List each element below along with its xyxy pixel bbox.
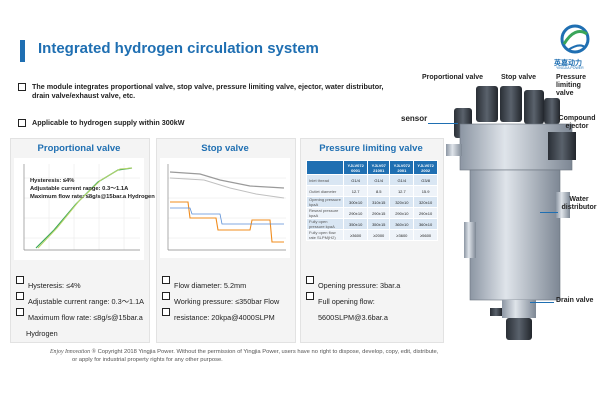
spec-item: Maximum flow rate: ≤8g/s@15bar.a [16, 307, 144, 323]
footer-brand: Enjoy Innovation ® [50, 349, 96, 355]
table-header-cell: YJLV072 0001 [343, 160, 368, 175]
checkbox-icon [162, 292, 170, 300]
page-title: Integrated hydrogen circulation system [38, 40, 319, 57]
spec-item-continued: Hydrogen [26, 329, 58, 338]
table-row: Fully open pressure kpaA 350±10 350±15 3… [305, 218, 438, 230]
table-row: Inlet thread G1/4 G1/4 G1/4 G3/8 [305, 174, 438, 186]
table-row: Outlet diameter 12.7 8.5 12.7 15.9 [305, 185, 438, 197]
bullet-1-text: The module integrates proportional valve… [32, 82, 384, 100]
sensor-pointer-line [428, 123, 458, 124]
checkbox-icon [306, 292, 314, 300]
hydrogen-module-illustration [446, 86, 576, 340]
callout-drain-valve: Drain valve [556, 297, 594, 304]
chart-overlay-text: Hysteresis: ≤4% Adjustable current range… [30, 177, 155, 201]
footer-line-2: or apply for industrial property rights … [72, 357, 223, 363]
checkbox-icon [162, 308, 170, 316]
footer-line-1: Copyright 2018 Yingjia Power. Without th… [95, 349, 439, 355]
spec-item: Hysteresis: ≤4% [16, 275, 144, 291]
proportional-valve-title: Proportional valve [37, 143, 121, 154]
callout-stop-valve: Stop valve [501, 74, 537, 81]
table-row: Opening pressure kpaA 300±10 310±15 320±… [305, 196, 438, 208]
table-row: Reseat pressure kpaA 290±10 290±15 290±1… [305, 207, 438, 219]
callout-proportional-valve: Proportional valve [422, 74, 484, 81]
overlay-hysteresis: Hysteresis: ≤4% [30, 178, 75, 184]
checkbox-icon [16, 276, 24, 284]
company-logo-icon [560, 24, 590, 54]
table-header-cell: YJLV07 21001 [366, 160, 391, 175]
table-header-cell: YJLV072 2002 [413, 160, 438, 175]
stop-valve-title: Stop valve [201, 143, 249, 154]
checkbox-icon [162, 276, 170, 284]
title-accent-bar [20, 40, 25, 62]
table-header-cell [305, 160, 345, 175]
spec-item: Flow diameter: 5.2mm [162, 275, 279, 291]
stop-specs-list: Flow diameter: 5.2mm Working pressure: ≤… [162, 275, 279, 323]
pressure-valve-spec-table: YJLV072 0001 YJLV07 21001 YJLV072 2001 Y… [305, 160, 438, 241]
logo-english-text: YINGJIA POWER [556, 66, 584, 70]
table-row: Fully open flow rate SLPM(H2) ≥3600 ≥200… [305, 229, 438, 241]
table-header-row: YJLV072 0001 YJLV07 21001 YJLV072 2001 Y… [305, 160, 438, 175]
water-pointer-line [540, 212, 558, 213]
callout-sensor: sensor [401, 114, 428, 123]
spec-item: Full opening flow: [306, 291, 400, 307]
spec-item: resistance: 20kpa@4000SLPM [162, 307, 279, 323]
stop-valve-chart [160, 158, 290, 258]
overlay-max-flow: Maximum flow rate: ≤8g/s@15bar.a Hydroge… [30, 194, 155, 200]
spec-item: Adjustable current range: 0.3～1.1A [16, 291, 144, 307]
checkbox-icon [16, 292, 24, 300]
checkbox-icon [18, 119, 26, 127]
pressure-limiting-valve-title: Pressure limiting valve [319, 143, 423, 154]
checkbox-icon [16, 308, 24, 316]
bullet-1: The module integrates proportional valve… [18, 82, 388, 100]
footer-copyright: Enjoy Innovation ® Copyright 2018 Yingji… [50, 348, 438, 364]
overlay-current-range: Adjustable current range: 0.3～1.1A [30, 186, 129, 192]
proportional-specs-list: Hysteresis: ≤4% Adjustable current range… [16, 275, 144, 338]
checkbox-icon [306, 276, 314, 284]
callout-pressure-limiting-valve: Pressure limiting valve [556, 74, 586, 97]
spec-item: Working pressure: ≤350bar Flow [162, 291, 279, 307]
bullet-2-text: Applicable to hydrogen supply within 300… [32, 118, 185, 127]
callout-compound-ejector: Compound ejector [558, 115, 596, 130]
pressure-specs-list: Opening pressure: 3bar.a Full opening fl… [306, 275, 400, 323]
proportional-valve-chart [14, 158, 144, 260]
spec-item: Opening pressure: 3bar.a [306, 275, 400, 291]
callout-water-distributor: Water distributor [561, 196, 597, 211]
bullet-2: Applicable to hydrogen supply within 300… [18, 118, 388, 127]
checkbox-icon [18, 83, 26, 91]
spec-item-continued: 5600SLPM@3.6bar.a [318, 313, 388, 322]
drain-pointer-line [530, 302, 554, 303]
table-header-cell: YJLV072 2001 [389, 160, 415, 175]
